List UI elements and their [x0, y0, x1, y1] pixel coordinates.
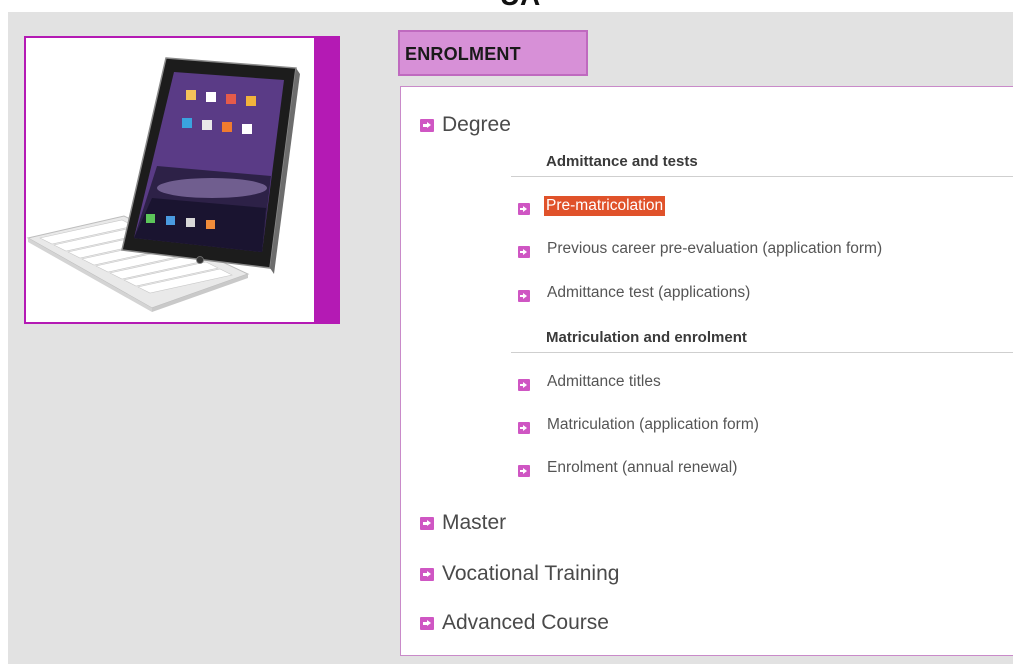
- image-accent-stripe: [314, 38, 338, 322]
- product-image-frame[interactable]: [24, 36, 340, 324]
- menu-item-label: Advanced Course: [442, 611, 609, 634]
- menu-item-master[interactable]: Master: [401, 507, 1013, 537]
- tab-enrolment[interactable]: ENROLMENT: [398, 30, 588, 76]
- menu-link-label: Pre-matricolation: [544, 196, 666, 216]
- menu-link-label: Previous career pre-evaluation (applicat…: [547, 240, 883, 257]
- tab-enrolment-label: ENROLMENT: [405, 44, 521, 64]
- section-heading-label: Matriculation and enrolment: [546, 329, 747, 346]
- arrow-right-icon: [518, 422, 530, 434]
- arrow-right-icon: [420, 119, 434, 132]
- menu-link-label: Enrolment (annual renewal): [547, 459, 738, 476]
- tablet-keyboard-icon: [26, 57, 300, 312]
- arrow-right-icon: [518, 203, 530, 215]
- menu-link-matriculation[interactable]: Matriculation (application form): [518, 412, 1013, 438]
- arrow-right-icon: [420, 617, 434, 630]
- section-heading-label: Admittance and tests: [546, 153, 698, 170]
- menu-item-vocational-training[interactable]: Vocational Training: [401, 558, 1013, 588]
- page-title-cut: UA: [480, 0, 560, 12]
- menu-link-label: Admittance test (applications): [547, 284, 751, 301]
- arrow-right-icon: [518, 290, 530, 302]
- arrow-right-icon: [518, 379, 530, 391]
- menu-item-advanced-course[interactable]: Advanced Course: [401, 607, 1013, 637]
- section-heading: Admittance and tests: [511, 147, 1013, 177]
- menu-item-degree[interactable]: Degree: [401, 109, 1013, 139]
- section-heading: Matriculation and enrolment: [511, 323, 1013, 353]
- arrow-right-icon: [420, 568, 434, 581]
- menu-item-label: Vocational Training: [442, 562, 620, 585]
- arrow-right-icon: [420, 517, 434, 530]
- menu-link-admittance-test[interactable]: Admittance test (applications): [518, 280, 1013, 306]
- menu-link-enrolment-renewal[interactable]: Enrolment (annual renewal): [518, 455, 1013, 481]
- menu-link-previous-career[interactable]: Previous career pre-evaluation (applicat…: [518, 236, 1013, 262]
- menu-item-label: Master: [442, 511, 507, 534]
- menu-item-label: Degree: [442, 113, 511, 136]
- menu-link-admittance-titles[interactable]: Admittance titles: [518, 369, 1013, 395]
- arrow-right-icon: [518, 465, 530, 477]
- enrolment-menu: Degree Admittance and tests Pre-matricol…: [400, 86, 1013, 656]
- menu-link-pre-matricolation[interactable]: Pre-matricolation: [518, 193, 1013, 219]
- menu-link-label: Admittance titles: [547, 373, 661, 390]
- menu-link-label: Matriculation (application form): [547, 416, 759, 433]
- arrow-right-icon: [518, 246, 530, 258]
